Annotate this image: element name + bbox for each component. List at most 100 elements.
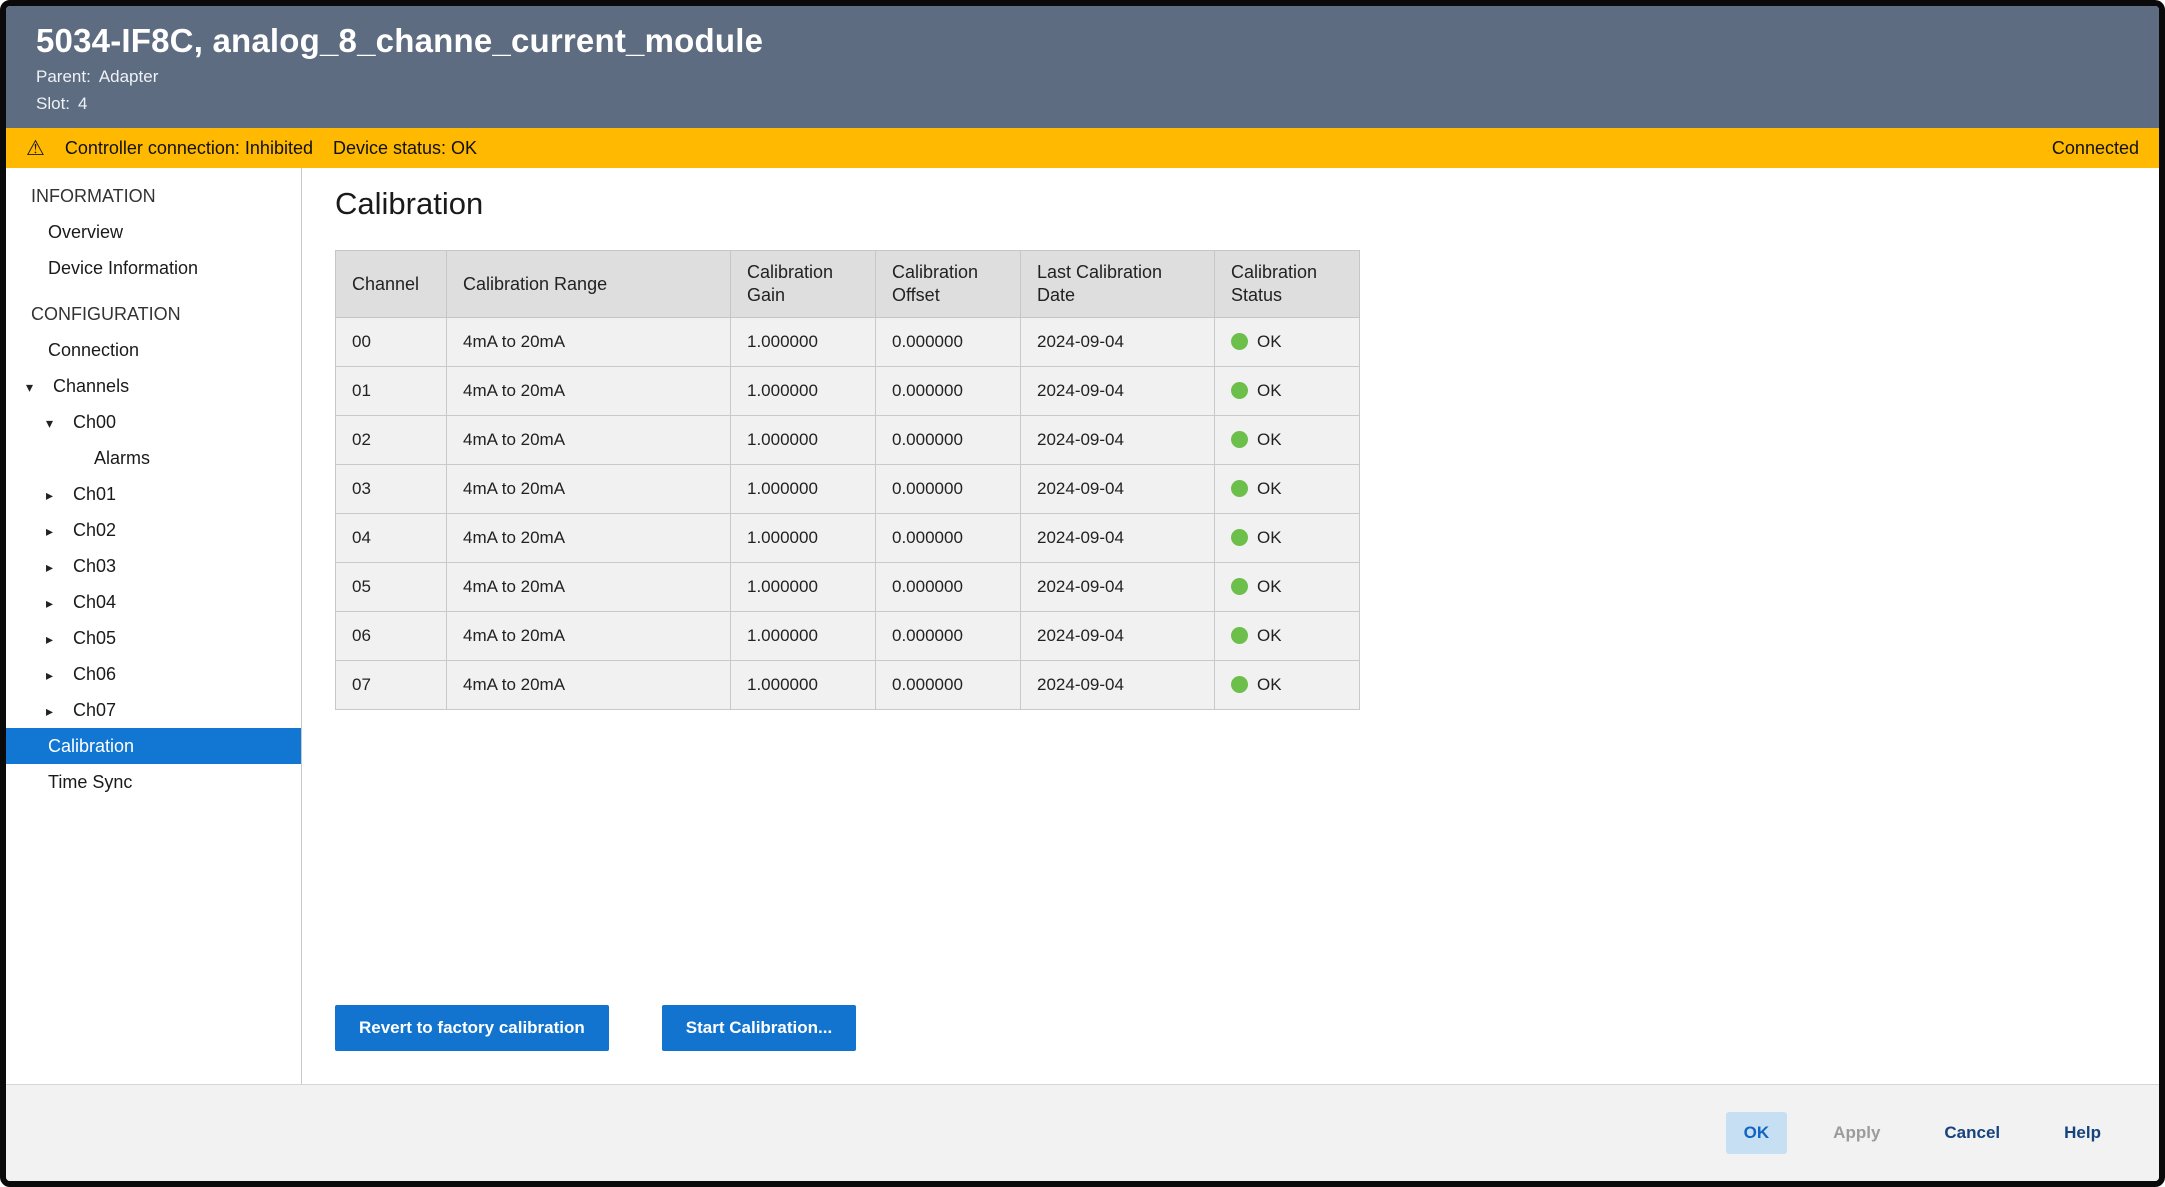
- cell-channel: 01: [336, 367, 447, 416]
- tree-arrow-icon[interactable]: ▾: [26, 369, 48, 405]
- cell-offset: 0.000000: [876, 416, 1021, 465]
- device-status: Device status: OK: [333, 138, 477, 159]
- sidebar-item-ch01[interactable]: ▸ Ch01: [6, 476, 301, 512]
- start-calibration-button[interactable]: Start Calibration...: [662, 1005, 856, 1051]
- cell-date: 2024-09-04: [1021, 612, 1215, 661]
- sidebar-item-label: CONFIGURATION: [31, 304, 181, 324]
- sidebar-item-ch03[interactable]: ▸ Ch03: [6, 548, 301, 584]
- sidebar-item-overview[interactable]: Overview: [6, 214, 301, 250]
- apply-button[interactable]: Apply: [1815, 1112, 1898, 1154]
- calibration-table-body: 00 4mA to 20mA 1.000000 0.000000 2024-09…: [336, 318, 1360, 710]
- cell-channel: 04: [336, 514, 447, 563]
- cell-offset: 0.000000: [876, 318, 1021, 367]
- sidebar-item-connection[interactable]: Connection: [6, 332, 301, 368]
- cell-status: OK: [1215, 367, 1360, 416]
- status-text: OK: [1257, 381, 1282, 400]
- sidebar-item-label: Channels: [53, 376, 129, 396]
- status-text: OK: [1257, 626, 1282, 645]
- cell-gain: 1.000000: [731, 367, 876, 416]
- cell-range: 4mA to 20mA: [447, 563, 731, 612]
- sidebar-item-time-sync[interactable]: Time Sync: [6, 764, 301, 800]
- tree-arrow-icon[interactable]: ▸: [46, 585, 68, 621]
- status-text: OK: [1257, 332, 1282, 351]
- sidebar-item-ch04[interactable]: ▸ Ch04: [6, 584, 301, 620]
- sidebar-item-ch02[interactable]: ▸ Ch02: [6, 512, 301, 548]
- cell-date: 2024-09-04: [1021, 563, 1215, 612]
- sidebar-item-label: Ch07: [73, 700, 116, 720]
- table-row: 07 4mA to 20mA 1.000000 0.000000 2024-09…: [336, 661, 1360, 710]
- cell-date: 2024-09-04: [1021, 465, 1215, 514]
- sidebar-item-channels[interactable]: ▾ Channels: [6, 368, 301, 404]
- content-area: INFORMATION Overview Device Information …: [6, 168, 2159, 1084]
- controller-connection-status: Controller connection: Inhibited: [65, 138, 313, 159]
- status-ok-icon: [1231, 578, 1248, 595]
- status-ok-icon: [1231, 480, 1248, 497]
- sidebar-item-ch05[interactable]: ▸ Ch05: [6, 620, 301, 656]
- tree-arrow-icon[interactable]: ▸: [46, 477, 68, 513]
- sidebar-item-label: Ch04: [73, 592, 116, 612]
- cell-date: 2024-09-04: [1021, 318, 1215, 367]
- tree-arrow-icon[interactable]: ▸: [46, 549, 68, 585]
- slot-info: Slot:4: [36, 94, 2129, 114]
- sidebar-item-ch07[interactable]: ▸ Ch07: [6, 692, 301, 728]
- slot-label: Slot:: [36, 94, 70, 113]
- tree-arrow-icon[interactable]: ▸: [46, 693, 68, 729]
- tree-arrow-icon[interactable]: ▸: [46, 657, 68, 693]
- cell-gain: 1.000000: [731, 465, 876, 514]
- col-header-status: Calibration Status: [1215, 251, 1360, 318]
- sidebar-item-label: Alarms: [94, 448, 150, 468]
- table-row: 02 4mA to 20mA 1.000000 0.000000 2024-09…: [336, 416, 1360, 465]
- status-text: OK: [1257, 675, 1282, 694]
- sidebar-item-label: Ch06: [73, 664, 116, 684]
- parent-value: Adapter: [99, 67, 159, 86]
- cancel-button[interactable]: Cancel: [1926, 1112, 2018, 1154]
- ok-button[interactable]: OK: [1726, 1112, 1788, 1154]
- connection-state: Connected: [2052, 138, 2139, 159]
- table-header: Channel Calibration Range Calibration Ga…: [336, 251, 1360, 318]
- table-row: 05 4mA to 20mA 1.000000 0.000000 2024-09…: [336, 563, 1360, 612]
- status-ok-icon: [1231, 333, 1248, 350]
- cell-status: OK: [1215, 465, 1360, 514]
- sidebar-item-ch00[interactable]: ▾ Ch00: [6, 404, 301, 440]
- tree-arrow-icon[interactable]: ▾: [46, 405, 68, 441]
- status-bar: ⚠ Controller connection: Inhibited Devic…: [6, 128, 2159, 168]
- cell-offset: 0.000000: [876, 612, 1021, 661]
- cell-channel: 02: [336, 416, 447, 465]
- cell-range: 4mA to 20mA: [447, 416, 731, 465]
- parent-label: Parent:: [36, 67, 91, 86]
- main-panel: Calibration Channel Calibration Range Ca…: [302, 168, 2159, 1084]
- status-text: OK: [1257, 577, 1282, 596]
- cell-date: 2024-09-04: [1021, 416, 1215, 465]
- status-ok-icon: [1231, 529, 1248, 546]
- sidebar-item-label: Ch01: [73, 484, 116, 504]
- cell-gain: 1.000000: [731, 318, 876, 367]
- sidebar-item-calibration[interactable]: Calibration: [6, 728, 301, 764]
- col-header-gain: Calibration Gain: [731, 251, 876, 318]
- help-button[interactable]: Help: [2046, 1112, 2119, 1154]
- cell-status: OK: [1215, 612, 1360, 661]
- col-header-channel: Channel: [336, 251, 447, 318]
- revert-to-factory-button[interactable]: Revert to factory calibration: [335, 1005, 609, 1051]
- col-header-offset: Calibration Offset: [876, 251, 1021, 318]
- page-title: Calibration: [335, 186, 2159, 222]
- sidebar-item-information-header: INFORMATION: [6, 178, 301, 214]
- cell-channel: 00: [336, 318, 447, 367]
- cell-channel: 03: [336, 465, 447, 514]
- cell-date: 2024-09-04: [1021, 661, 1215, 710]
- cell-status: OK: [1215, 661, 1360, 710]
- cell-status: OK: [1215, 563, 1360, 612]
- sidebar-list: INFORMATION Overview Device Information …: [6, 178, 301, 800]
- sidebar-item-alarms[interactable]: Alarms: [6, 440, 301, 476]
- tree-arrow-icon[interactable]: ▸: [46, 513, 68, 549]
- sidebar-item-ch06[interactable]: ▸ Ch06: [6, 656, 301, 692]
- cell-gain: 1.000000: [731, 661, 876, 710]
- footer-bar: OK Apply Cancel Help: [6, 1084, 2159, 1181]
- cell-status: OK: [1215, 416, 1360, 465]
- sidebar-item-device-information[interactable]: Device Information: [6, 250, 301, 286]
- cell-range: 4mA to 20mA: [447, 661, 731, 710]
- tree-arrow-icon[interactable]: ▸: [46, 621, 68, 657]
- sidebar-item-label: Ch00: [73, 412, 116, 432]
- cell-range: 4mA to 20mA: [447, 612, 731, 661]
- sidebar-item-label: Device Information: [48, 258, 198, 278]
- cell-status: OK: [1215, 318, 1360, 367]
